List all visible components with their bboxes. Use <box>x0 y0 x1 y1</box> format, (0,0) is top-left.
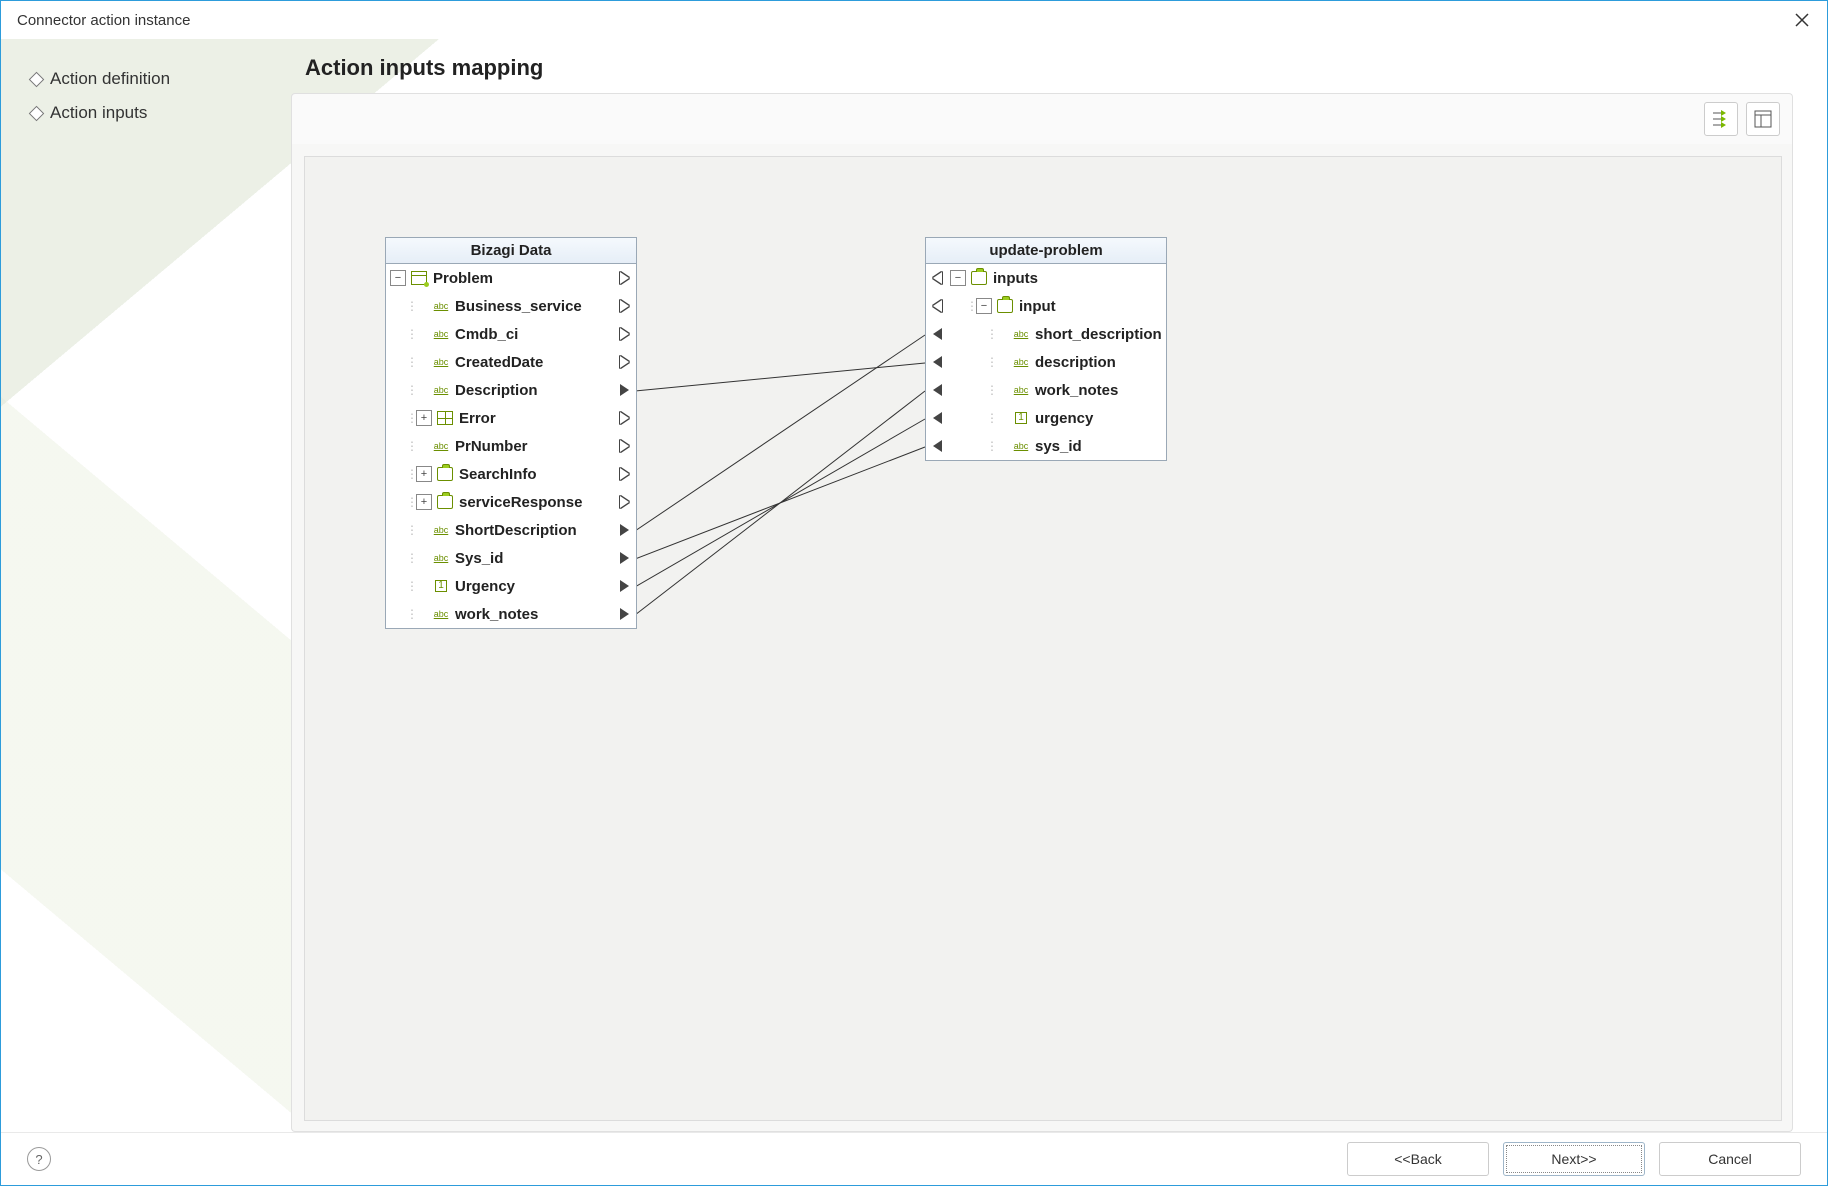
next-button[interactable]: Next>> <box>1503 1142 1645 1176</box>
expand-icon[interactable]: + <box>416 466 432 482</box>
dialog-body: Action definition Action inputs Action i… <box>1 39 1827 1132</box>
target-field-row[interactable]: ⋮abcwork_notes <box>926 376 1166 404</box>
expand-icon[interactable]: + <box>416 494 432 510</box>
close-icon[interactable] <box>1787 5 1817 35</box>
connector-out-icon[interactable] <box>620 328 629 340</box>
connector-out-icon[interactable] <box>620 356 629 368</box>
source-field-row[interactable]: ⋮abcDescription <box>386 376 636 404</box>
field-label: description <box>1035 354 1116 371</box>
source-field-row[interactable]: ⋮+serviceResponse <box>386 488 636 516</box>
expand-icon[interactable]: − <box>390 270 406 286</box>
page-title: Action inputs mapping <box>291 49 1793 93</box>
field-label: short_description <box>1035 326 1162 343</box>
connector-in-icon[interactable] <box>933 412 942 424</box>
field-label: ShortDescription <box>455 522 577 539</box>
field-label: work_notes <box>455 606 538 623</box>
source-box-title: Bizagi Data <box>386 238 636 264</box>
mapping-canvas[interactable]: Bizagi Data − Problem ⋮abcBusiness_service… <box>304 156 1782 1121</box>
connector-out-icon[interactable] <box>620 272 629 284</box>
content-area: Action inputs mapping <box>291 39 1827 1132</box>
source-field-row[interactable]: ⋮abcwork_notes <box>386 600 636 628</box>
source-field-row[interactable]: ⋮1Urgency <box>386 572 636 600</box>
diamond-icon <box>29 105 45 121</box>
step-action-definition[interactable]: Action definition <box>31 69 291 89</box>
window-title: Connector action instance <box>17 12 190 29</box>
field-label: SearchInfo <box>459 466 537 483</box>
target-field-row[interactable]: − inputs <box>926 264 1166 292</box>
field-label: Problem <box>433 270 493 287</box>
field-label: inputs <box>993 270 1038 287</box>
auto-map-button[interactable] <box>1704 102 1738 136</box>
connector-in-icon[interactable] <box>933 440 942 452</box>
cancel-button[interactable]: Cancel <box>1659 1142 1801 1176</box>
source-field-row[interactable]: ⋮abcBusiness_service <box>386 292 636 320</box>
dialog-footer: ? <<Back Next>> Cancel <box>1 1132 1827 1185</box>
target-field-row[interactable]: ⋮abcsys_id <box>926 432 1166 460</box>
field-label: serviceResponse <box>459 494 582 511</box>
field-label: Error <box>459 410 496 427</box>
step-action-inputs[interactable]: Action inputs <box>31 103 291 123</box>
connector-out-icon[interactable] <box>620 496 629 508</box>
connector-out-icon[interactable] <box>620 580 629 592</box>
field-label: Business_service <box>455 298 582 315</box>
source-field-row[interactable]: ⋮abcCmdb_ci <box>386 320 636 348</box>
field-label: input <box>1019 298 1056 315</box>
connector-in-icon[interactable] <box>933 328 942 340</box>
step-label: Action inputs <box>50 103 147 123</box>
mapping-toolbar <box>291 93 1793 144</box>
source-data-box[interactable]: Bizagi Data − Problem ⋮abcBusiness_service… <box>385 237 637 629</box>
target-box-title: update-problem <box>926 238 1166 264</box>
field-label: Cmdb_ci <box>455 326 518 343</box>
target-field-row[interactable]: ⋮−input <box>926 292 1166 320</box>
dialog-window: Connector action instance Action definit… <box>0 0 1828 1186</box>
target-field-row[interactable]: ⋮abcdescription <box>926 348 1166 376</box>
connector-out-icon[interactable] <box>620 384 629 396</box>
field-label: work_notes <box>1035 382 1118 399</box>
target-field-row[interactable]: ⋮1urgency <box>926 404 1166 432</box>
connector-out-icon[interactable] <box>620 440 629 452</box>
connector-out-icon[interactable] <box>620 524 629 536</box>
field-label: CreatedDate <box>455 354 543 371</box>
field-label: Description <box>455 382 538 399</box>
connector-out-icon[interactable] <box>620 608 629 620</box>
source-field-row[interactable]: ⋮abcShortDescription <box>386 516 636 544</box>
connector-out-icon[interactable] <box>620 412 629 424</box>
connector-in-icon[interactable] <box>933 300 942 312</box>
expand-icon[interactable]: − <box>950 270 966 286</box>
connector-out-icon[interactable] <box>620 300 629 312</box>
source-field-row[interactable]: ⋮+Error <box>386 404 636 432</box>
help-icon[interactable]: ? <box>27 1147 51 1171</box>
source-field-row[interactable]: ⋮abcPrNumber <box>386 432 636 460</box>
wizard-steps-sidebar: Action definition Action inputs <box>1 39 291 1132</box>
connector-in-icon[interactable] <box>933 272 942 284</box>
layout-button[interactable] <box>1746 102 1780 136</box>
connector-out-icon[interactable] <box>620 468 629 480</box>
expand-icon[interactable]: + <box>416 410 432 426</box>
field-label: urgency <box>1035 410 1093 427</box>
back-button[interactable]: <<Back <box>1347 1142 1489 1176</box>
titlebar: Connector action instance <box>1 1 1827 39</box>
field-label: sys_id <box>1035 438 1082 455</box>
field-label: Urgency <box>455 578 515 595</box>
target-data-box[interactable]: update-problem −inputs⋮−input⋮abcshort_d… <box>925 237 1167 461</box>
source-field-row[interactable]: ⋮abcCreatedDate <box>386 348 636 376</box>
target-field-row[interactable]: ⋮abcshort_description <box>926 320 1166 348</box>
expand-icon[interactable]: − <box>976 298 992 314</box>
source-field-row[interactable]: ⋮+SearchInfo <box>386 460 636 488</box>
connector-out-icon[interactable] <box>620 552 629 564</box>
diamond-icon <box>29 71 45 87</box>
source-field-row[interactable]: − Problem <box>386 264 636 292</box>
step-label: Action definition <box>50 69 170 89</box>
field-label: PrNumber <box>455 438 528 455</box>
source-field-row[interactable]: ⋮abcSys_id <box>386 544 636 572</box>
field-label: Sys_id <box>455 550 503 567</box>
connector-in-icon[interactable] <box>933 384 942 396</box>
mapping-canvas-frame: Bizagi Data − Problem ⋮abcBusiness_service… <box>291 144 1793 1132</box>
connector-in-icon[interactable] <box>933 356 942 368</box>
